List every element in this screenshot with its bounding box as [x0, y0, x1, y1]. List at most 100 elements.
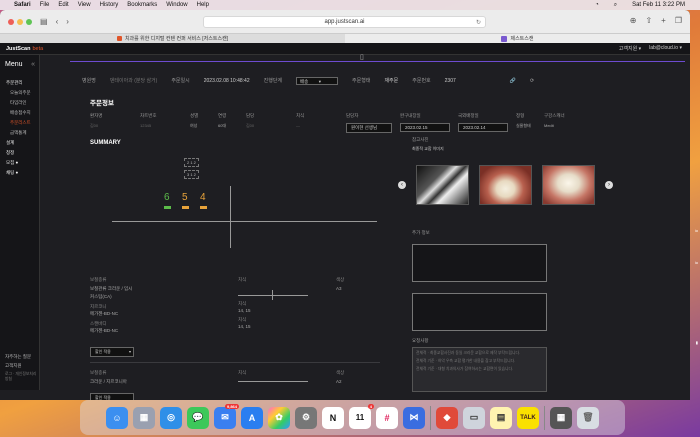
mail-icon[interactable]: ✉ 9,864	[214, 403, 239, 429]
document-icon[interactable]: ▯	[360, 53, 364, 61]
zirconia-label: 지르코니	[90, 304, 107, 309]
clock[interactable]: Sat Feb 11 3:22 PM	[632, 2, 685, 8]
photos-icon[interactable]: ✿	[268, 406, 290, 429]
tab-overview-icon[interactable]: ❐	[675, 16, 682, 25]
share-icon[interactable]: ⇧	[645, 16, 652, 25]
wifi-icon[interactable]: ◔	[595, 2, 599, 8]
discount-select[interactable]: 할인 적용 ▾	[90, 347, 134, 357]
launchpad-icon[interactable]: ▦	[133, 406, 155, 429]
sidebar-toggle-icon[interactable]: ▤	[40, 17, 48, 26]
menu-file[interactable]: File	[40, 2, 50, 8]
menu-app-name[interactable]: Safari	[14, 2, 31, 8]
tab-justscan-app[interactable]: 제스트스캔	[345, 34, 690, 43]
field-label: 완구내장일	[400, 113, 421, 118]
photo-thumbnail-xray[interactable]	[416, 165, 469, 205]
menu-help[interactable]: Help	[197, 2, 209, 8]
slack-icon[interactable]: #	[376, 406, 398, 429]
sidebar-item-order-list[interactable]: 주문리스트	[0, 118, 39, 128]
photo-thumbnail-teeth[interactable]	[479, 165, 532, 205]
safari-icon[interactable]: ◎	[160, 406, 182, 429]
calendar-icon[interactable]: 11 4	[349, 403, 374, 429]
menu-bookmarks[interactable]: Bookmarks	[127, 2, 157, 8]
desktop-file-icon[interactable]: io	[695, 228, 698, 233]
completion-date-input[interactable]: 2023.02.15	[400, 123, 450, 132]
share-app-icon[interactable]: ⋈	[403, 406, 425, 429]
chart-number: 12345	[140, 123, 152, 128]
memo-box-2[interactable]	[412, 293, 547, 331]
system-settings-icon[interactable]: ⚙	[295, 406, 317, 429]
notion-icon[interactable]: N	[322, 406, 344, 429]
search-icon[interactable]: ⌕	[614, 2, 617, 9]
prosthesis-1: 보철종류 보철관류 크라운 / 임시 커스텀(CA) 지르코니 메가젠-BD-N…	[90, 277, 132, 334]
sidebar-item-order[interactable]: 주문관리	[0, 78, 39, 88]
messages-icon[interactable]: 💬	[187, 406, 209, 429]
sidebar-item-billing[interactable]: 청정	[0, 148, 39, 158]
finder-icon[interactable]: ☺	[106, 406, 128, 429]
user-menu[interactable]: 고객지원 ▾	[619, 45, 641, 52]
kakaotalk-icon[interactable]: TALK	[517, 406, 539, 429]
reload-icon[interactable]: ↻	[476, 19, 481, 26]
remark-line: 전체적 기준 · 대형 치과의사가 참여하시는 교합면이 있습니다.	[416, 367, 514, 371]
sidebar-item-recruit[interactable]: 모집 ●	[0, 158, 39, 168]
browser-window: ▤ ‹ › app.justscan.ai ↻ ⊕ ⇧ + ❐ 치과를 위한 디…	[0, 10, 690, 400]
preview-icon[interactable]: ▭	[463, 406, 485, 429]
tooth-number-4[interactable]: 4	[200, 192, 206, 203]
photo-thumbnail-crowns[interactable]	[542, 165, 595, 205]
footer-links[interactable]: 로그 · 개인정보처리방침	[5, 372, 39, 382]
tooth-box-lower[interactable]: 3 1 2	[184, 170, 199, 179]
faq-link[interactable]: 자주하는 질문	[5, 354, 39, 360]
sidebar-item-chat[interactable]: 채팅 ●	[0, 168, 39, 178]
app-store-icon[interactable]: A	[241, 406, 263, 429]
photo-label: 참고사진	[412, 137, 429, 142]
sidebar-item-design[interactable]: 설계	[0, 138, 39, 148]
memo-box-1[interactable]	[412, 244, 547, 282]
menu-window[interactable]: Window	[166, 2, 187, 8]
minimize-window-button[interactable]	[17, 18, 23, 25]
discount-select[interactable]: 할인 적용	[90, 393, 134, 400]
tooth-number-6[interactable]: 6	[164, 192, 170, 203]
menu-history[interactable]: History	[100, 2, 119, 8]
menu-view[interactable]: View	[78, 2, 91, 8]
back-icon[interactable]: ‹	[56, 17, 59, 26]
scanner-value: Medit	[544, 123, 554, 128]
collapse-sidebar-icon[interactable]: «	[31, 61, 35, 68]
close-window-button[interactable]	[8, 18, 14, 25]
trash-icon[interactable]: 🗑	[577, 406, 599, 429]
screenshot-folder-icon[interactable]: ▦	[550, 406, 572, 429]
maximize-window-button[interactable]	[26, 18, 32, 25]
gitpod-icon[interactable]: ◆	[436, 406, 458, 429]
tooth-slider[interactable]	[238, 295, 308, 296]
sidebar-item-today[interactable]: 오늘의주문	[0, 88, 39, 98]
tooth-number-5[interactable]: 5	[182, 192, 188, 203]
app-header: JustScan beta 고객지원 ▾ lab@cloud.io ▾	[0, 43, 690, 55]
sidebar-item-timeline[interactable]: 타임라인	[0, 98, 39, 108]
address-bar[interactable]: app.justscan.ai ↻	[203, 16, 486, 28]
download-icon[interactable]: ⊕	[630, 16, 637, 25]
remarks-label-wrap: 요청사항	[412, 338, 682, 344]
remarks-box[interactable]: 전체적 · 최종교합사진과 동일 크라운 교합으로 제작 부탁드립니다. 전체적…	[412, 347, 547, 392]
form-value: 실물형태	[516, 123, 531, 128]
tooth-slider[interactable]	[238, 381, 308, 382]
accent-divider	[70, 61, 685, 62]
assignee-select[interactable]: 원이현 선생님	[346, 123, 392, 133]
link-icon[interactable]: 🔗	[510, 78, 516, 84]
sidebar-item-delivery[interactable]: 배송접수지	[0, 108, 39, 118]
stage-select[interactable]: 배송 ▾	[296, 76, 339, 85]
refresh-icon[interactable]: ⟳	[530, 78, 534, 84]
notes-icon[interactable]: ▤	[490, 406, 512, 429]
carousel-prev-icon[interactable]: ‹	[398, 181, 406, 189]
brand-logo[interactable]: JustScan	[6, 46, 30, 52]
support-link[interactable]: 고객지원	[5, 363, 39, 369]
desktop-file-icon[interactable]: io	[695, 260, 698, 265]
menu-edit[interactable]: Edit	[58, 2, 68, 8]
forward-icon[interactable]: ›	[66, 17, 69, 26]
tab-justscan-home[interactable]: 치과를 위한 디지털 컨텐 컨퍼 서비스 [저스트스캔]	[0, 34, 345, 43]
tooth-box-upper[interactable]: 2 1 2	[184, 158, 199, 167]
external-date-input[interactable]: 2023.02.14	[458, 123, 508, 132]
shade-value: A3	[336, 286, 342, 291]
new-tab-icon[interactable]: +	[661, 16, 666, 25]
email-menu[interactable]: lab@cloud.io ▾	[649, 45, 682, 52]
desktop-file-icon[interactable]: ▮	[696, 340, 698, 345]
sidebar-item-stats[interactable]: 금액통계	[0, 128, 39, 138]
carousel-next-icon[interactable]: ›	[605, 181, 613, 189]
